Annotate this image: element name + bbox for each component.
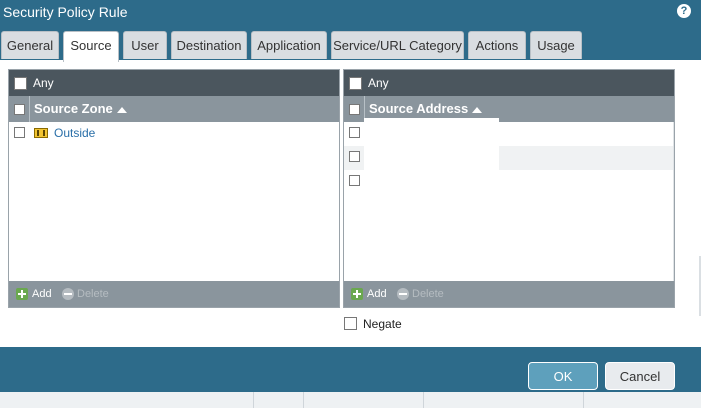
tab-user[interactable]: User bbox=[123, 31, 167, 59]
dialog-title: Security Policy Rule bbox=[3, 4, 128, 20]
source-zone-footer: Add Delete bbox=[9, 281, 339, 307]
delete-icon bbox=[397, 288, 409, 300]
source-address-any-bar: Any bbox=[344, 70, 674, 96]
tab-source[interactable]: Source bbox=[63, 31, 119, 62]
row-checkbox[interactable] bbox=[14, 127, 25, 138]
negate-option[interactable]: Negate bbox=[344, 317, 402, 331]
source-address-footer: Add Delete bbox=[344, 281, 674, 307]
help-icon[interactable]: ? bbox=[677, 4, 691, 18]
source-zone-column-header[interactable]: Source Zone bbox=[34, 96, 127, 122]
source-address-grid: Any Source Address Add Delete bbox=[343, 69, 675, 308]
source-address-header-label: Source Address bbox=[369, 101, 469, 116]
source-zone-add-button[interactable]: Add bbox=[32, 281, 52, 307]
sort-ascending-icon bbox=[116, 106, 127, 113]
source-zone-delete-button[interactable]: Delete bbox=[77, 281, 109, 307]
source-zone-any-checkbox[interactable] bbox=[14, 77, 27, 90]
redacted-region bbox=[364, 118, 499, 194]
negate-label: Negate bbox=[363, 317, 402, 331]
source-tab-panel: Any Source Zone Outside Add Delete Any S… bbox=[0, 60, 687, 347]
ok-button[interactable]: OK bbox=[528, 362, 598, 390]
source-zone-header: Source Zone bbox=[9, 96, 339, 122]
tab-actions[interactable]: Actions bbox=[468, 31, 526, 59]
zone-icon bbox=[34, 128, 48, 138]
source-address-any-label: Any bbox=[368, 76, 389, 90]
source-zone-header-label: Source Zone bbox=[34, 101, 113, 116]
scroll-divider bbox=[673, 122, 674, 281]
source-zone-grid: Any Source Zone Outside Add Delete bbox=[8, 69, 340, 308]
source-address-delete-button[interactable]: Delete bbox=[412, 281, 444, 307]
source-address-any-checkbox[interactable] bbox=[349, 77, 362, 90]
tab-service-url-category[interactable]: Service/URL Category bbox=[331, 31, 464, 59]
delete-icon bbox=[62, 288, 74, 300]
background-table-strip bbox=[0, 392, 701, 408]
background-divider bbox=[303, 392, 304, 408]
zone-link-outside[interactable]: Outside bbox=[54, 126, 95, 140]
tab-usage[interactable]: Usage bbox=[530, 31, 582, 59]
row-checkbox[interactable] bbox=[349, 175, 360, 186]
background-gutter bbox=[687, 60, 701, 347]
row-checkbox[interactable] bbox=[349, 127, 360, 138]
row-checkbox[interactable] bbox=[349, 151, 360, 162]
sort-ascending-icon bbox=[472, 106, 483, 113]
dialog-titlebar: Security Policy Rule ? bbox=[0, 0, 701, 28]
tab-general[interactable]: General bbox=[1, 31, 59, 59]
cancel-button[interactable]: Cancel bbox=[605, 362, 675, 390]
source-zone-select-all-checkbox[interactable] bbox=[14, 104, 25, 115]
source-address-list bbox=[344, 118, 674, 281]
negate-checkbox[interactable] bbox=[344, 317, 357, 331]
list-item: Outside bbox=[9, 122, 339, 146]
background-divider bbox=[423, 392, 424, 408]
source-zone-list: Outside bbox=[9, 122, 339, 281]
tab-application[interactable]: Application bbox=[251, 31, 327, 59]
source-address-add-button[interactable]: Add bbox=[367, 281, 387, 307]
background-divider bbox=[253, 392, 254, 408]
source-zone-any-label: Any bbox=[33, 76, 54, 90]
add-icon bbox=[16, 288, 28, 300]
header-divider bbox=[29, 96, 30, 122]
source-zone-any-bar: Any bbox=[9, 70, 339, 96]
source-address-select-all-checkbox[interactable] bbox=[349, 104, 360, 115]
tab-destination[interactable]: Destination bbox=[171, 31, 247, 59]
add-icon bbox=[351, 288, 363, 300]
background-divider bbox=[583, 392, 584, 408]
